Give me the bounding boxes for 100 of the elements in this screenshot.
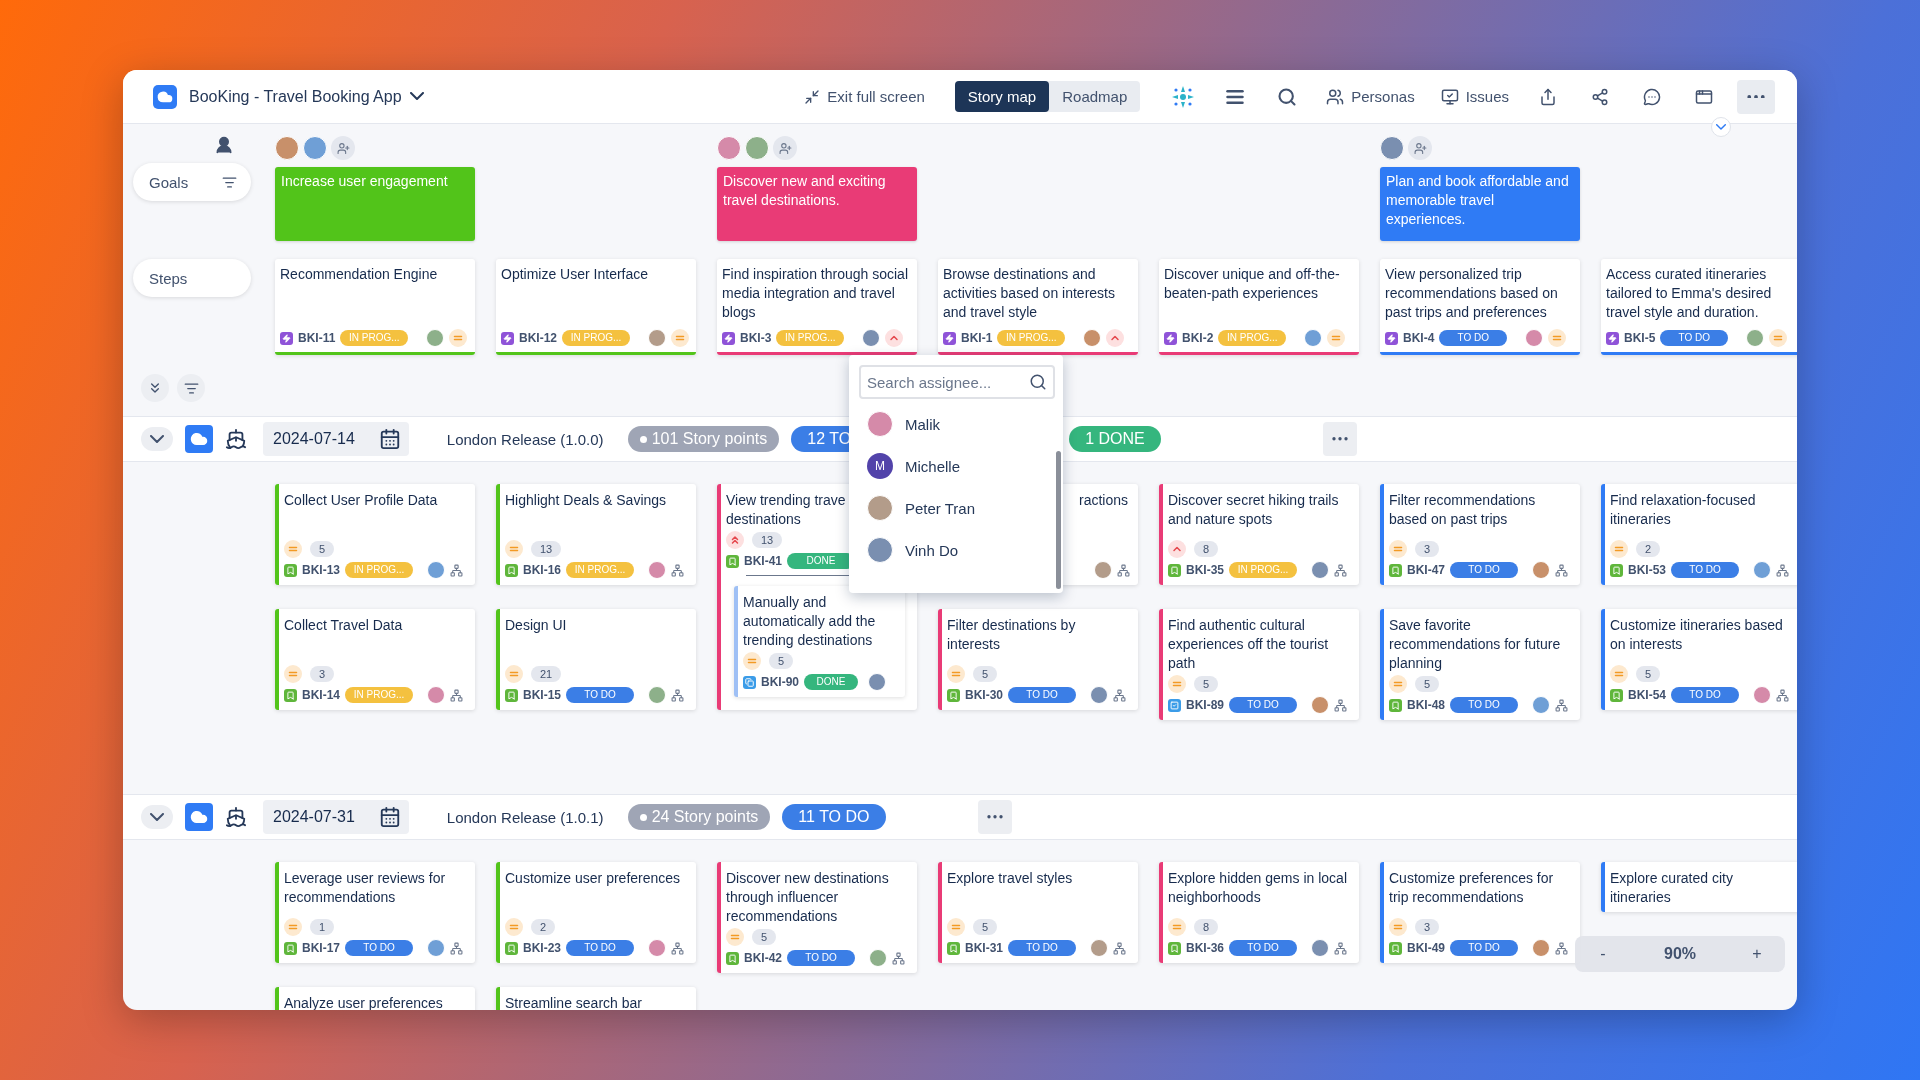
filter-icon	[183, 380, 199, 396]
step-card[interactable]: Find inspiration through social media integration and travel blogs BKI-3 IN PROG...	[717, 259, 917, 355]
view-tab[interactable]: Story map	[954, 81, 1050, 112]
date-field[interactable]: 2024-07-31	[263, 800, 409, 834]
story-card[interactable]: Customize user preferences 2 BKI-23 TO DO	[496, 862, 696, 963]
goals-lane-label[interactable]: Goals	[133, 163, 251, 201]
search-field[interactable]: Search assignee...	[859, 365, 1055, 399]
story-points: 5	[769, 653, 794, 669]
hierarchy-icon	[1555, 941, 1568, 955]
issue-key: BKI-54	[1628, 688, 1666, 702]
zoom-in-button[interactable]: +	[1743, 940, 1771, 968]
issue-key: BKI-31	[965, 941, 1003, 955]
story-points: 21	[531, 666, 562, 682]
add-member-button[interactable]	[1408, 136, 1432, 160]
expand-button[interactable]	[1711, 117, 1731, 137]
avatar	[867, 411, 893, 437]
project-switcher[interactable]: BooKing - Travel Booking App	[183, 83, 430, 110]
story-card[interactable]: Explore curated city itineraries	[1601, 862, 1797, 912]
add-member-button[interactable]	[331, 136, 355, 160]
scrollbar[interactable]	[1056, 451, 1061, 589]
hierarchy-icon	[1334, 698, 1347, 712]
view-tab[interactable]: Roadmap	[1049, 81, 1141, 112]
step-card[interactable]: Discover unique and off-the-beaten-path experiences BKI-2 IN PROG...	[1159, 259, 1359, 355]
chevron-down-icon	[409, 92, 424, 101]
filter-button[interactable]	[177, 374, 205, 402]
add-member-button[interactable]	[773, 136, 797, 160]
step-card[interactable]: Access curated itineraries tailored to Emma's desired travel style and duration. BKI-5 TO DO	[1601, 259, 1797, 355]
header-link[interactable]: Issues	[1430, 81, 1519, 112]
hierarchy-icon	[1776, 563, 1789, 577]
story-points: 8	[1194, 541, 1219, 557]
issue-key: BKI-1	[961, 331, 993, 345]
avatar	[862, 329, 881, 347]
avatar: M	[867, 453, 893, 479]
story-points: 5	[1194, 676, 1219, 692]
status-badge: TO DO	[566, 940, 634, 956]
avatar	[648, 561, 666, 579]
hierarchy-icon	[450, 688, 463, 702]
story-card[interactable]: Filter recommendations based on past trips 3 BKI-47 TO DO	[1380, 484, 1580, 585]
issue-key: BKI-3	[740, 331, 772, 345]
issue-key: BKI-41	[744, 554, 782, 568]
collapse-button[interactable]	[141, 805, 173, 829]
status-badge: IN PROG...	[345, 562, 413, 578]
story-points: 5	[752, 929, 777, 945]
story-card[interactable]: Explore hidden gems in local neighborhoods 8 BKI-36 TO DO	[1159, 862, 1359, 963]
step-card[interactable]: Recommendation Engine BKI-11 IN PROG...	[275, 259, 475, 355]
exit-full-screen-button[interactable]: Exit full screen	[794, 82, 935, 111]
issue-key: BKI-90	[761, 675, 799, 689]
goal-card[interactable]: Discover new and exciting travel destinations.	[717, 167, 917, 241]
card-title: Customize user preferences	[505, 869, 681, 888]
story-card[interactable]: Analyze user preferences	[275, 987, 475, 1010]
story-points: 2	[1636, 541, 1661, 557]
story-card[interactable]: Filter destinations by interests 5 BKI-30 TO DO	[938, 609, 1138, 710]
story-card[interactable]: Save favorite recommendations for future planning 5 BKI-48 TO DO	[1380, 609, 1580, 720]
story-card[interactable]: Manually and automatically add the trending destinations 5 BKI-90 DONE	[734, 586, 905, 697]
zoom-level: 90%	[1664, 945, 1696, 963]
avatar	[1753, 561, 1771, 579]
issue-key: BKI-89	[1186, 698, 1224, 712]
steps-lane-label[interactable]: Steps	[133, 259, 251, 297]
ellipsis-icon	[1747, 94, 1765, 99]
story-card[interactable]: Customize itineraries based on interests 5 BKI-54 TO DO	[1601, 609, 1797, 710]
person-filter-icon[interactable]	[214, 135, 234, 155]
release-name: London Release (1.0.0)	[446, 430, 604, 448]
story-card[interactable]: Find relaxation-focused itineraries 2 BKI-53 TO DO	[1601, 484, 1797, 585]
release-name: London Release (1.0.1)	[446, 808, 604, 826]
story-card[interactable]: Collect Travel Data 3 BKI-14 IN PROG...	[275, 609, 475, 710]
story-card[interactable]: Highlight Deals & Savings 13 BKI-16 IN PROG...	[496, 484, 696, 585]
zoom-out-button[interactable]: -	[1589, 940, 1617, 968]
story-card[interactable]: Collect User Profile Data 5 BKI-13 IN PROG...	[275, 484, 475, 585]
card-title: Filter recommendations based on past trips	[1389, 491, 1537, 529]
ellipsis-icon	[1331, 437, 1348, 441]
status-badge: TO DO	[1450, 940, 1518, 956]
story-card[interactable]: Leverage user reviews for recommendations 1 BKI-17 TO DO	[275, 862, 475, 963]
story-card[interactable]: Find authentic cultural experiences off the tourist path 5 BKI-89 TO DO	[1159, 609, 1359, 720]
avatar	[1746, 329, 1765, 347]
story-card[interactable]: Discover secret hiking trails and nature spots 8 BKI-35 IN PROG...	[1159, 484, 1359, 585]
story-card[interactable]: Customize preferences for trip recommendations 3 BKI-49 TO DO	[1380, 862, 1580, 963]
step-card[interactable]: View personalized trip recommendations based on past trips and preferences BKI-4 TO DO	[1380, 259, 1580, 355]
card-title: Design UI	[505, 616, 567, 635]
avatar	[1525, 329, 1544, 347]
more-button[interactable]	[1737, 79, 1775, 114]
story-card[interactable]: Discover new destinations through influencer recommendations 5 BKI-42 TO DO	[717, 862, 917, 973]
collapse-all-button[interactable]	[141, 374, 169, 402]
story-points: 3	[1415, 919, 1440, 935]
more-button[interactable]	[1322, 422, 1357, 456]
card-title: Save favorite recommendations for future planning	[1389, 616, 1562, 673]
status-count-badge: 1 DONE	[1069, 426, 1161, 452]
collapse-button[interactable]	[141, 427, 173, 451]
step-card[interactable]: Browse destinations and activities based on interests and travel style BKI-1 IN PROG...	[938, 259, 1138, 355]
calendar-icon	[378, 806, 401, 828]
header-link[interactable]: Personas	[1316, 81, 1425, 112]
status-badge: TO DO	[1450, 697, 1518, 713]
step-card[interactable]: Optimize User Interface BKI-12 IN PROG...	[496, 259, 696, 355]
avatar	[1311, 939, 1329, 957]
goal-card[interactable]: Plan and book affordable and memorable travel experiences.	[1380, 167, 1580, 241]
story-card[interactable]: Explore travel styles 5 BKI-31 TO DO	[938, 862, 1138, 963]
more-button[interactable]	[977, 800, 1012, 834]
date-field[interactable]: 2024-07-14	[263, 422, 409, 456]
story-card[interactable]: Design UI 21 BKI-15 TO DO	[496, 609, 696, 710]
issue-key: BKI-48	[1407, 698, 1445, 712]
story-card[interactable]: Streamline search bar	[496, 987, 696, 1010]
